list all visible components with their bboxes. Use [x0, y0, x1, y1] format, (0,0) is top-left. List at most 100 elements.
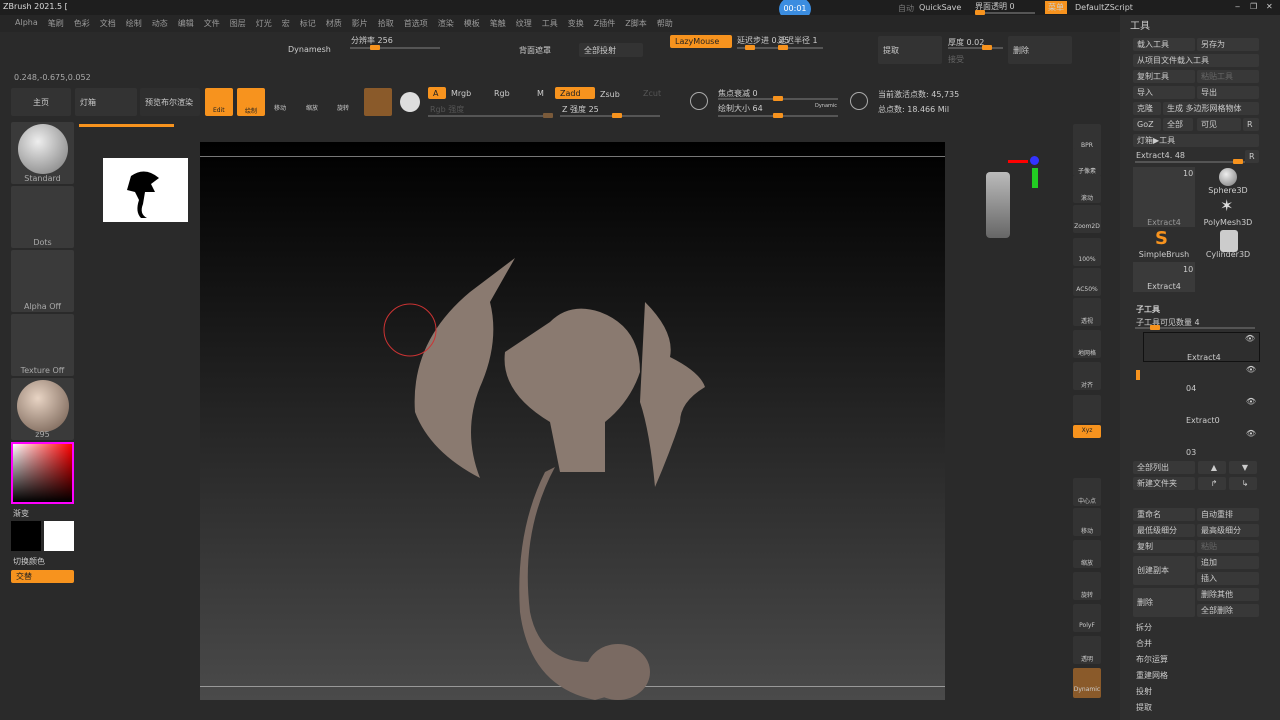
- menu-item[interactable]: 纹理: [511, 15, 537, 32]
- subtool-row[interactable]: 04 👁: [1143, 364, 1260, 394]
- quicksave-button[interactable]: QuickSave: [919, 3, 961, 12]
- restore-icon[interactable]: ❐: [1250, 2, 1257, 11]
- shelf-button[interactable]: 透视: [1073, 298, 1101, 326]
- export-button[interactable]: 导出: [1197, 86, 1259, 99]
- rgb-button[interactable]: Rgb: [494, 89, 510, 98]
- menu-item[interactable]: 渲染: [433, 15, 459, 32]
- zsub-button[interactable]: Zsub: [600, 90, 620, 99]
- lazymouse-button[interactable]: LazyMouse: [670, 35, 732, 48]
- menu-button[interactable]: 菜单: [1045, 1, 1067, 14]
- delete-all-button[interactable]: 全部删除: [1197, 604, 1259, 617]
- shelf-button[interactable]: [1073, 395, 1101, 423]
- simplebrush-icon[interactable]: S: [1155, 228, 1168, 249]
- new-folder-button[interactable]: 新建文件夹: [1133, 477, 1195, 490]
- menu-item[interactable]: 首选项: [399, 15, 433, 32]
- section-header[interactable]: 合并: [1136, 638, 1152, 649]
- arrow-down-right-icon[interactable]: ↳: [1229, 477, 1257, 490]
- create-copy-button[interactable]: 创建副本: [1133, 556, 1195, 585]
- menu-item[interactable]: 色彩: [69, 15, 95, 32]
- subtool-row[interactable]: 03 👁: [1143, 428, 1260, 458]
- backface-mask-button[interactable]: 背面遮罩: [519, 45, 551, 56]
- draw-button[interactable]: 绘制: [237, 88, 265, 116]
- make-polymesh-button[interactable]: 生成 多边形网格物体: [1163, 102, 1259, 115]
- move-button[interactable]: 移动: [274, 103, 286, 112]
- scale-button[interactable]: 缩放: [306, 103, 318, 112]
- switch-color-button[interactable]: 切换颜色: [13, 556, 45, 567]
- goz-visible-button[interactable]: 可见: [1197, 118, 1241, 131]
- minimize-icon[interactable]: ‒: [1235, 2, 1240, 11]
- section-header[interactable]: 拆分: [1136, 622, 1152, 633]
- list-all-button[interactable]: 全部列出: [1133, 461, 1195, 474]
- rgb-intensity-slider[interactable]: Rgb 强度: [430, 104, 464, 115]
- tool-r-button[interactable]: R: [1245, 150, 1259, 163]
- zscript-label[interactable]: DefaultZScript: [1075, 3, 1133, 12]
- paste-tool-button[interactable]: 粘贴工具: [1197, 70, 1259, 83]
- append-button[interactable]: 追加: [1197, 556, 1259, 569]
- shelf-button[interactable]: 滚动: [1073, 175, 1101, 203]
- move-down-button[interactable]: ▼: [1229, 461, 1257, 474]
- draw-size-slider[interactable]: 绘制大小 64: [718, 103, 763, 114]
- lightbox-button[interactable]: 灯箱: [75, 88, 137, 116]
- shelf-button[interactable]: 子像素: [1073, 148, 1101, 176]
- current-tool-slider[interactable]: Extract4. 48: [1136, 151, 1185, 160]
- viewport-canvas[interactable]: [200, 142, 945, 700]
- delete-subtool-button[interactable]: 删除: [1133, 588, 1195, 617]
- alpha-selector[interactable]: Alpha Off: [11, 250, 74, 312]
- menu-item[interactable]: Alpha: [10, 15, 43, 32]
- menu-item[interactable]: 灯光: [251, 15, 277, 32]
- copy-tool-button[interactable]: 复制工具: [1133, 70, 1195, 83]
- sphere3d-icon[interactable]: [1219, 168, 1237, 186]
- dynamesh-button[interactable]: Dynamesh: [283, 38, 343, 60]
- menu-item[interactable]: 文件: [199, 15, 225, 32]
- tool-label[interactable]: PolyMesh3D: [1198, 218, 1258, 227]
- close-icon[interactable]: ✕: [1266, 2, 1273, 11]
- shelf-button[interactable]: 中心点: [1073, 478, 1101, 506]
- menu-item[interactable]: 工具: [537, 15, 563, 32]
- menu-item[interactable]: Z脚本: [620, 15, 651, 32]
- tool-label[interactable]: Sphere3D: [1198, 186, 1258, 195]
- secondary-color-swatch[interactable]: [44, 521, 74, 551]
- tool-label[interactable]: SimpleBrush: [1134, 250, 1194, 259]
- import-button[interactable]: 导入: [1133, 86, 1195, 99]
- cylinder3d-icon[interactable]: [1220, 230, 1238, 252]
- bool-preview-button[interactable]: 预览布尔渲染: [140, 88, 200, 116]
- menu-item[interactable]: 影片: [347, 15, 373, 32]
- arrow-right-up-icon[interactable]: ↱: [1198, 477, 1226, 490]
- visibility-eye-icon[interactable]: 👁: [1245, 334, 1255, 343]
- menu-item[interactable]: 帮助: [652, 15, 678, 32]
- goz-r-button[interactable]: R: [1243, 118, 1259, 131]
- home-button[interactable]: 主页: [11, 88, 71, 116]
- menu-item[interactable]: 绘制: [121, 15, 147, 32]
- section-header[interactable]: 重建网格: [1136, 670, 1168, 681]
- insert-button[interactable]: 插入: [1197, 572, 1259, 585]
- visibility-eye-icon[interactable]: 👁: [1246, 365, 1256, 374]
- shelf-button[interactable]: 移动: [1073, 508, 1101, 536]
- shelf-button[interactable]: 100%: [1073, 238, 1101, 266]
- rename-button[interactable]: 重命名: [1133, 508, 1195, 521]
- menu-item[interactable]: 编辑: [173, 15, 199, 32]
- subtool-row[interactable]: Extract0 👁: [1143, 396, 1260, 426]
- subtool-scroll-handle[interactable]: [1136, 370, 1140, 380]
- shelf-button[interactable]: 缩放: [1073, 540, 1101, 568]
- axe-model[interactable]: [200, 142, 945, 700]
- accept-button[interactable]: 接受: [948, 54, 964, 65]
- delete-button[interactable]: 删除: [1008, 36, 1072, 64]
- dynamic-toggle[interactable]: Dynamic: [815, 103, 837, 109]
- highest-subdiv-button[interactable]: 最高级细分: [1197, 524, 1259, 537]
- menu-item[interactable]: 模板: [459, 15, 485, 32]
- lightbox-tools-button[interactable]: 灯箱▶工具: [1133, 134, 1259, 147]
- section-header[interactable]: 投射: [1136, 686, 1152, 697]
- brush-selector[interactable]: Standard: [11, 122, 74, 184]
- menu-item[interactable]: 图层: [225, 15, 251, 32]
- menu-item[interactable]: 文档: [95, 15, 121, 32]
- paste-button[interactable]: 粘贴: [1197, 540, 1259, 553]
- menu-item[interactable]: 宏: [277, 15, 295, 32]
- section-header[interactable]: 提取: [1136, 702, 1152, 713]
- alternate-button[interactable]: 交替: [11, 570, 74, 583]
- m-button[interactable]: M: [537, 89, 544, 98]
- shelf-button[interactable]: Xyz: [1073, 425, 1101, 438]
- shelf-button[interactable]: Dynamic: [1073, 668, 1101, 698]
- clone-button[interactable]: 克隆: [1133, 102, 1161, 115]
- subtool-row[interactable]: Extract4 👁: [1143, 332, 1260, 362]
- goz-button[interactable]: GoZ: [1133, 118, 1161, 131]
